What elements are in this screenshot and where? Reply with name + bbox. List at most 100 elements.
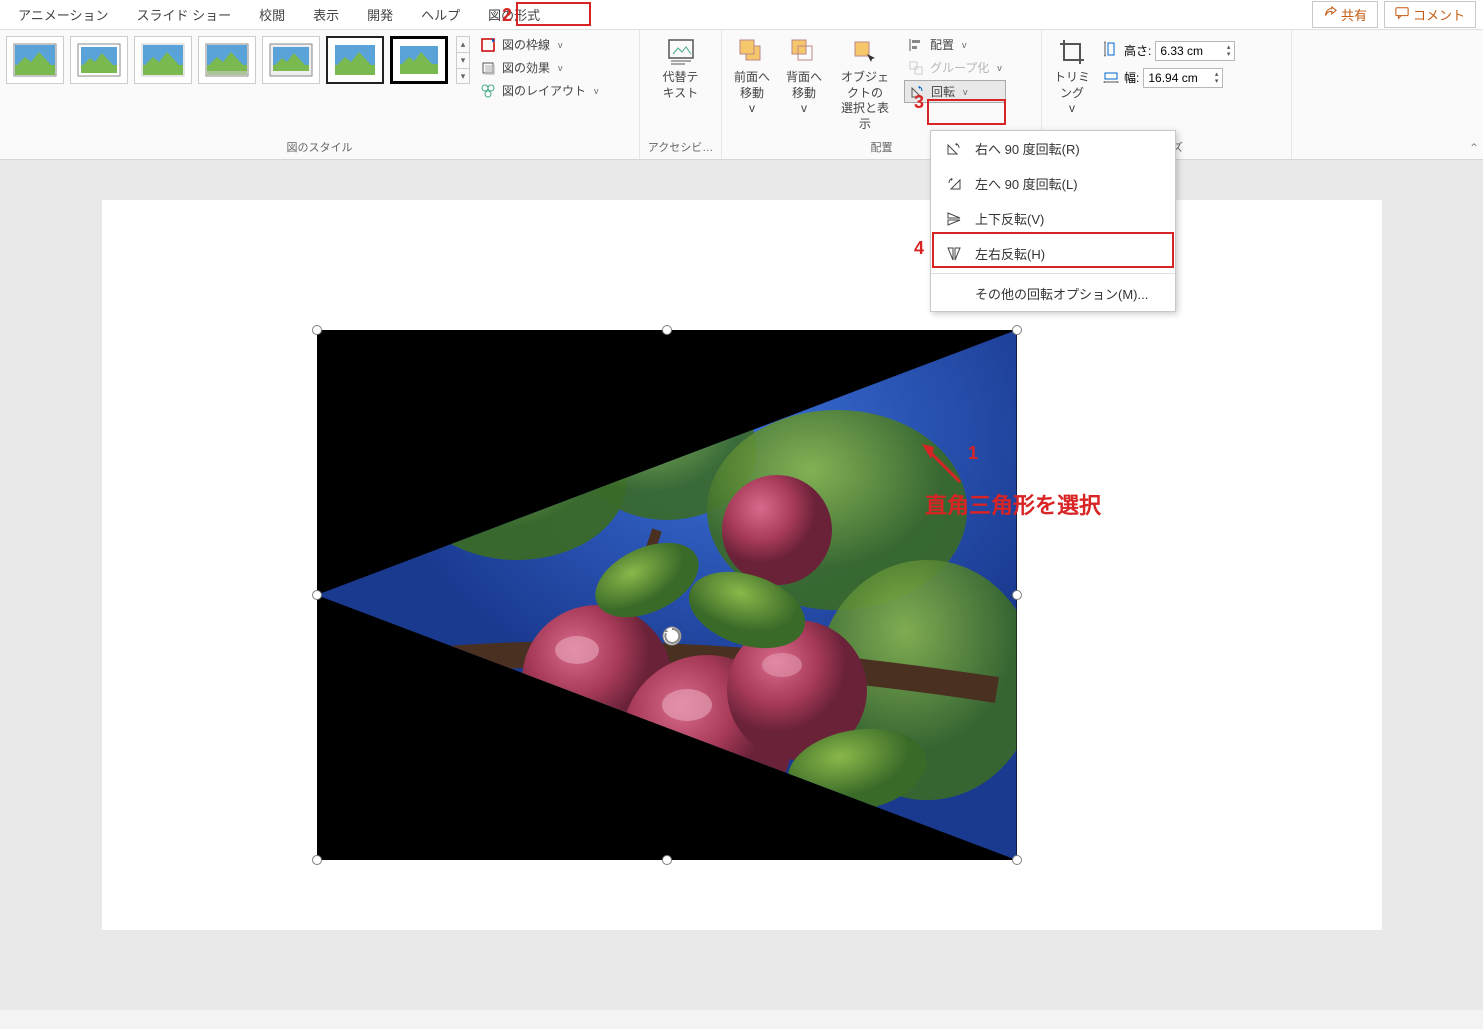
selection-pane-icon bbox=[849, 36, 881, 68]
handle-mr[interactable] bbox=[1012, 590, 1022, 600]
picture-style-gallery: ▴ ▾ ▾ bbox=[4, 32, 472, 88]
picture-layout-label: 図のレイアウト bbox=[502, 82, 586, 99]
picture-style-1[interactable] bbox=[6, 36, 64, 84]
alt-text-button[interactable]: 代替テ キスト bbox=[655, 32, 707, 105]
group-label-styles: 図のスタイル bbox=[4, 137, 635, 159]
height-up[interactable]: ▴ bbox=[1227, 44, 1231, 51]
gallery-scroll-up[interactable]: ▴ bbox=[456, 36, 470, 52]
ribbon: ▴ ▾ ▾ 図の枠線v 図の効果v 図のレイアウトv bbox=[0, 30, 1483, 160]
send-backward-button[interactable]: 背面へ 移動v bbox=[778, 32, 830, 121]
group-label-access: アクセシビ… bbox=[644, 137, 717, 159]
rotation-handle[interactable] bbox=[661, 625, 683, 647]
collapse-ribbon[interactable]: ⌃ bbox=[1469, 141, 1479, 155]
tab-slideshow[interactable]: スライド ショー bbox=[122, 1, 245, 28]
height-row: 高さ: 6.33 cm ▴▾ bbox=[1102, 40, 1235, 61]
alt-text-icon bbox=[665, 36, 697, 68]
handle-tr[interactable] bbox=[1012, 325, 1022, 335]
picture-border-label: 図の枠線 bbox=[502, 36, 550, 53]
send-backward-label: 背面へ 移動 bbox=[786, 70, 822, 101]
picture-style-2[interactable] bbox=[70, 36, 128, 84]
tab-picture-format[interactable]: 図の形式 bbox=[474, 1, 554, 28]
selection-pane-label: オブジェクトの 選択と表示 bbox=[838, 70, 892, 132]
height-down[interactable]: ▾ bbox=[1227, 51, 1231, 58]
group-accessibility: 代替テ キスト アクセシビ… bbox=[640, 30, 722, 159]
picture-style-6[interactable] bbox=[326, 36, 384, 84]
crop-icon bbox=[1056, 36, 1088, 68]
group-picture-styles: ▴ ▾ ▾ 図の枠線v 図の効果v 図のレイアウトv bbox=[0, 30, 640, 159]
tab-review[interactable]: 校閲 bbox=[245, 1, 299, 28]
rotate-button[interactable]: 回転v bbox=[904, 80, 1006, 103]
effects-icon bbox=[480, 60, 496, 76]
share-label: 共有 bbox=[1341, 5, 1367, 24]
dropdown-separator bbox=[931, 273, 1175, 274]
flip-horizontal-icon bbox=[945, 245, 963, 263]
gallery-more[interactable]: ▾ bbox=[456, 68, 470, 84]
send-backward-icon bbox=[788, 36, 820, 68]
handle-tm[interactable] bbox=[662, 325, 672, 335]
border-icon bbox=[480, 37, 496, 53]
picture-style-3[interactable] bbox=[134, 36, 192, 84]
picture-style-7[interactable] bbox=[390, 36, 448, 84]
align-label: 配置 bbox=[930, 36, 954, 53]
picture-border-button[interactable]: 図の枠線v bbox=[476, 34, 603, 55]
width-down[interactable]: ▾ bbox=[1215, 78, 1219, 85]
height-icon bbox=[1102, 40, 1120, 61]
alt-text-label: 代替テ キスト bbox=[663, 70, 699, 101]
tab-help[interactable]: ヘルプ bbox=[407, 1, 474, 28]
crop-button[interactable]: トリミング v bbox=[1046, 32, 1098, 121]
width-label: 幅: bbox=[1124, 69, 1139, 86]
gallery-scroll-down[interactable]: ▾ bbox=[456, 52, 470, 68]
selection-pane-button[interactable]: オブジェクトの 選択と表示 bbox=[830, 32, 900, 136]
handle-br[interactable] bbox=[1012, 855, 1022, 865]
flip-horizontal-label: 左右反転(H) bbox=[975, 244, 1045, 263]
layout-icon bbox=[480, 83, 496, 99]
group-button: グループ化v bbox=[904, 57, 1006, 78]
picture-style-4[interactable] bbox=[198, 36, 256, 84]
align-button[interactable]: 配置v bbox=[904, 34, 1006, 55]
share-icon bbox=[1323, 6, 1337, 23]
rotate-right-90[interactable]: 右へ 90 度回転(R) bbox=[931, 131, 1175, 166]
width-value: 16.94 cm bbox=[1148, 71, 1197, 85]
tab-developer[interactable]: 開発 bbox=[353, 1, 407, 28]
handle-ml[interactable] bbox=[312, 590, 322, 600]
picture-effects-button[interactable]: 図の効果v bbox=[476, 57, 603, 78]
rotate-dropdown: 右へ 90 度回転(R) 左へ 90 度回転(L) 上下反転(V) 左右反転(H… bbox=[930, 130, 1176, 312]
handle-bl[interactable] bbox=[312, 855, 322, 865]
height-value: 6.33 cm bbox=[1160, 44, 1203, 58]
width-icon bbox=[1102, 67, 1120, 88]
flip-vertical[interactable]: 上下反転(V) bbox=[931, 201, 1175, 236]
share-button[interactable]: 共有 bbox=[1312, 1, 1378, 28]
bring-forward-button[interactable]: 前面へ 移動v bbox=[726, 32, 778, 121]
group-icon bbox=[908, 60, 924, 76]
bring-forward-label: 前面へ 移動 bbox=[734, 70, 770, 101]
handle-bm[interactable] bbox=[662, 855, 672, 865]
width-input[interactable]: 16.94 cm ▴▾ bbox=[1143, 68, 1223, 88]
flip-horizontal[interactable]: 左右反転(H) bbox=[931, 236, 1175, 271]
flip-vertical-icon bbox=[945, 210, 963, 228]
style-gallery-scroll: ▴ ▾ ▾ bbox=[456, 36, 470, 84]
slide-canvas[interactable] bbox=[102, 200, 1382, 930]
slide-workspace bbox=[0, 160, 1483, 1010]
tab-view[interactable]: 表示 bbox=[299, 1, 353, 28]
rotate-right-label: 右へ 90 度回転(R) bbox=[975, 139, 1080, 158]
more-options-label: その他の回転オプション(M)... bbox=[975, 284, 1148, 303]
picture-style-5[interactable] bbox=[262, 36, 320, 84]
selected-shape[interactable] bbox=[317, 330, 1017, 860]
comment-label: コメント bbox=[1413, 5, 1465, 24]
rotate-icon bbox=[909, 84, 925, 100]
picture-layout-button[interactable]: 図のレイアウトv bbox=[476, 80, 603, 101]
height-label: 高さ: bbox=[1124, 42, 1151, 59]
group-label: グループ化 bbox=[930, 59, 989, 76]
height-input[interactable]: 6.33 cm ▴▾ bbox=[1155, 41, 1235, 61]
comment-button[interactable]: コメント bbox=[1384, 1, 1476, 28]
rotate-left-90[interactable]: 左へ 90 度回転(L) bbox=[931, 166, 1175, 201]
width-up[interactable]: ▴ bbox=[1215, 71, 1219, 78]
tab-animation[interactable]: アニメーション bbox=[4, 1, 122, 28]
width-row: 幅: 16.94 cm ▴▾ bbox=[1102, 67, 1235, 88]
flip-vertical-label: 上下反転(V) bbox=[975, 209, 1044, 228]
picture-effects-label: 図の効果 bbox=[502, 59, 550, 76]
rotate-label: 回転 bbox=[931, 83, 955, 100]
handle-tl[interactable] bbox=[312, 325, 322, 335]
more-rotation-options[interactable]: その他の回転オプション(M)... bbox=[931, 276, 1175, 311]
rotate-right-icon bbox=[945, 140, 963, 158]
